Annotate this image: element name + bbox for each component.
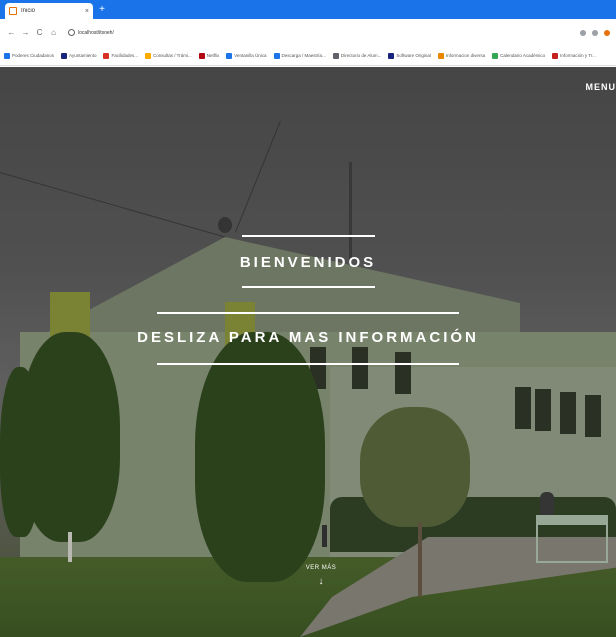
bookmark-favicon-icon bbox=[198, 52, 205, 59]
bookmark-label: Facilidades... bbox=[111, 53, 138, 58]
forward-button[interactable]: → bbox=[20, 27, 31, 38]
bookmark-label: Ayuntamiento bbox=[69, 53, 97, 58]
bookmark-item[interactable]: Poderes Ciudadanos bbox=[4, 52, 55, 59]
bookmark-label: Informacion diversa bbox=[445, 53, 486, 58]
divider-top bbox=[241, 235, 375, 237]
toolbar-actions bbox=[574, 29, 610, 36]
bookmark-favicon-icon bbox=[4, 52, 10, 59]
bookmark-item[interactable]: Software Original bbox=[388, 52, 431, 59]
bookmark-favicon-icon bbox=[388, 52, 395, 59]
bookmark-favicon-icon bbox=[552, 52, 559, 59]
bookmark-item[interactable]: Netflix bbox=[198, 52, 220, 59]
reload-button[interactable]: C bbox=[34, 27, 45, 38]
bookmark-label: Ventanilla Única bbox=[234, 53, 267, 58]
bookmark-label: Poderes Ciudadanos bbox=[12, 53, 55, 58]
bookmark-item[interactable]: Información y Tr... bbox=[552, 52, 596, 59]
bookmark-item[interactable]: Consultas / Trámi... bbox=[144, 52, 192, 59]
see-more-button[interactable]: VER MÁS ↓ bbox=[296, 565, 346, 587]
divider-bottom bbox=[157, 363, 459, 365]
bookmark-favicon-icon bbox=[492, 52, 499, 59]
bookmark-favicon-icon bbox=[273, 52, 280, 59]
bookmark-item[interactable]: Calendario Académico bbox=[492, 52, 546, 59]
see-more-label[interactable]: VER MÁS bbox=[306, 565, 337, 571]
bookmark-label: Software Original bbox=[396, 53, 431, 58]
bookmark-item[interactable]: Descarga / Maestría... bbox=[273, 52, 326, 59]
bookmark-label: Descarga / Maestría... bbox=[281, 53, 326, 58]
close-tab-icon[interactable]: × bbox=[85, 8, 89, 15]
info-icon[interactable] bbox=[68, 29, 75, 36]
favicon-icon bbox=[9, 7, 17, 15]
hero-section: MENU BIENVENIDOS DESLIZA PARA MAS INFORM… bbox=[0, 67, 616, 637]
bookmark-favicon-icon bbox=[144, 52, 151, 59]
new-tab-button[interactable]: + bbox=[96, 3, 108, 17]
bookmark-favicon-icon bbox=[332, 52, 339, 59]
bookmark-item[interactable]: Informacion diversa bbox=[437, 52, 486, 59]
scroll-heading: DESLIZA PARA MAS INFORMACIÓN bbox=[137, 329, 479, 346]
browser-toolbar: ← → C ⌂ localhost/itsoeh/ bbox=[0, 19, 616, 46]
bookmark-item[interactable]: Directorio de Alum... bbox=[332, 52, 382, 59]
divider-top bbox=[157, 312, 459, 314]
bookmark-label: Información y Tr... bbox=[560, 53, 596, 58]
scroll-hint-block: DESLIZA PARA MAS INFORMACIÓN bbox=[0, 312, 616, 365]
arrow-down-icon[interactable]: ↓ bbox=[319, 577, 324, 587]
bookmark-favicon-icon bbox=[226, 52, 233, 59]
address-bar[interactable]: localhost/itsoeh/ bbox=[68, 25, 114, 41]
url-text[interactable]: localhost/itsoeh/ bbox=[78, 30, 114, 36]
bookmark-label: Directorio de Alum... bbox=[340, 53, 382, 58]
welcome-heading: BIENVENIDOS bbox=[239, 254, 377, 271]
extension-icon[interactable] bbox=[592, 29, 598, 36]
menu-button[interactable]: MENU bbox=[586, 82, 616, 92]
bookmark-label: Consultas / Trámi... bbox=[152, 53, 192, 58]
welcome-block: BIENVENIDOS bbox=[0, 235, 616, 288]
bookmark-item[interactable]: Ventanilla Única bbox=[226, 52, 267, 59]
profile-icon[interactable] bbox=[604, 29, 610, 36]
back-button[interactable]: ← bbox=[6, 27, 17, 38]
tab-inicio[interactable]: Inicio × bbox=[5, 3, 93, 19]
bookmark-item[interactable]: Facilidades... bbox=[103, 52, 138, 59]
divider-bottom bbox=[241, 286, 375, 288]
bookmarks-bar: Poderes Ciudadanos Ayuntamiento Facilidade… bbox=[0, 46, 616, 66]
home-button[interactable]: ⌂ bbox=[48, 27, 59, 38]
tab-title: Inicio bbox=[21, 8, 36, 14]
tab-bar: Inicio × + bbox=[0, 0, 616, 19]
bookmark-label: Calendario Académico bbox=[500, 53, 546, 58]
bookmark-favicon-icon bbox=[103, 52, 110, 59]
bookmark-favicon-icon bbox=[61, 52, 68, 59]
browser-window: Inicio × + ← → C ⌂ localhost/itsoeh/ Pod… bbox=[0, 0, 616, 637]
bookmark-star-icon[interactable] bbox=[580, 29, 586, 36]
bookmark-label: Netflix bbox=[206, 53, 220, 58]
bookmark-favicon-icon bbox=[437, 52, 444, 59]
bookmark-item[interactable]: Ayuntamiento bbox=[61, 52, 97, 59]
